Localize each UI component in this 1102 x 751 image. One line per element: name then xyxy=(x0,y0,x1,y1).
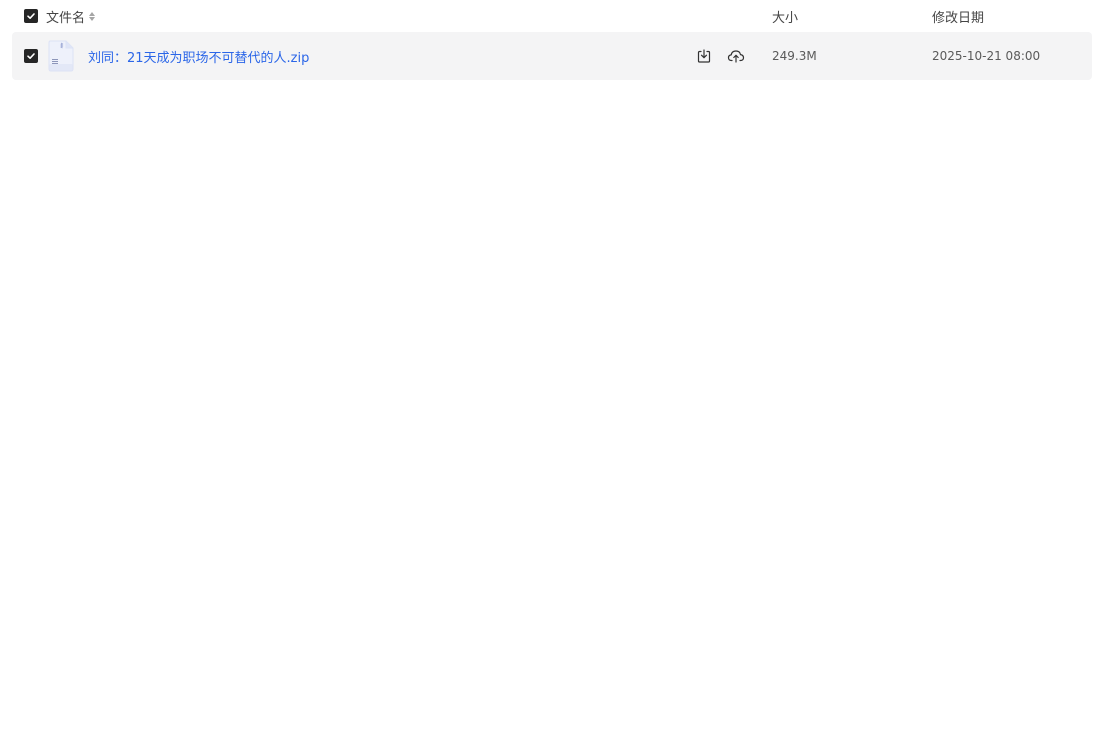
date-column-header: 修改日期 xyxy=(932,0,984,32)
name-column-label: 文件名 xyxy=(46,10,86,26)
name-column-header[interactable]: 文件名 xyxy=(46,0,96,32)
select-all-cell xyxy=(24,0,38,32)
size-column-header: 大小 xyxy=(772,0,798,32)
select-all-checkbox[interactable] xyxy=(24,9,38,23)
file-row-checkbox[interactable] xyxy=(24,49,38,63)
cloud-save-icon xyxy=(727,50,745,63)
file-row-check-cell xyxy=(24,32,38,80)
file-size-cell: 249.3M xyxy=(772,32,817,80)
check-icon xyxy=(27,13,35,19)
file-size: 249.3M xyxy=(772,49,817,63)
check-icon xyxy=(27,53,35,59)
download-button[interactable] xyxy=(694,32,714,80)
file-name-cell: 刘同：21天成为职场不可替代的人.zip xyxy=(88,32,309,80)
size-column-label: 大小 xyxy=(772,10,799,26)
file-modified-date: 2025-10-21 08:00 xyxy=(932,49,1041,63)
save-to-cloud-button[interactable] xyxy=(726,32,746,80)
file-name-link[interactable]: 刘同：21天成为职场不可替代的人.zip xyxy=(88,47,309,66)
zip-file-icon xyxy=(46,40,76,72)
file-list-header: 文件名 大小 修改日期 xyxy=(12,0,1092,32)
download-icon xyxy=(697,49,711,63)
sort-caret-icon[interactable] xyxy=(89,11,96,21)
file-row[interactable]: 刘同：21天成为职场不可替代的人.zip 249.3M 2025-10-21 0… xyxy=(12,32,1092,80)
file-date-cell: 2025-10-21 08:00 xyxy=(932,32,1040,80)
date-column-label: 修改日期 xyxy=(932,10,985,26)
